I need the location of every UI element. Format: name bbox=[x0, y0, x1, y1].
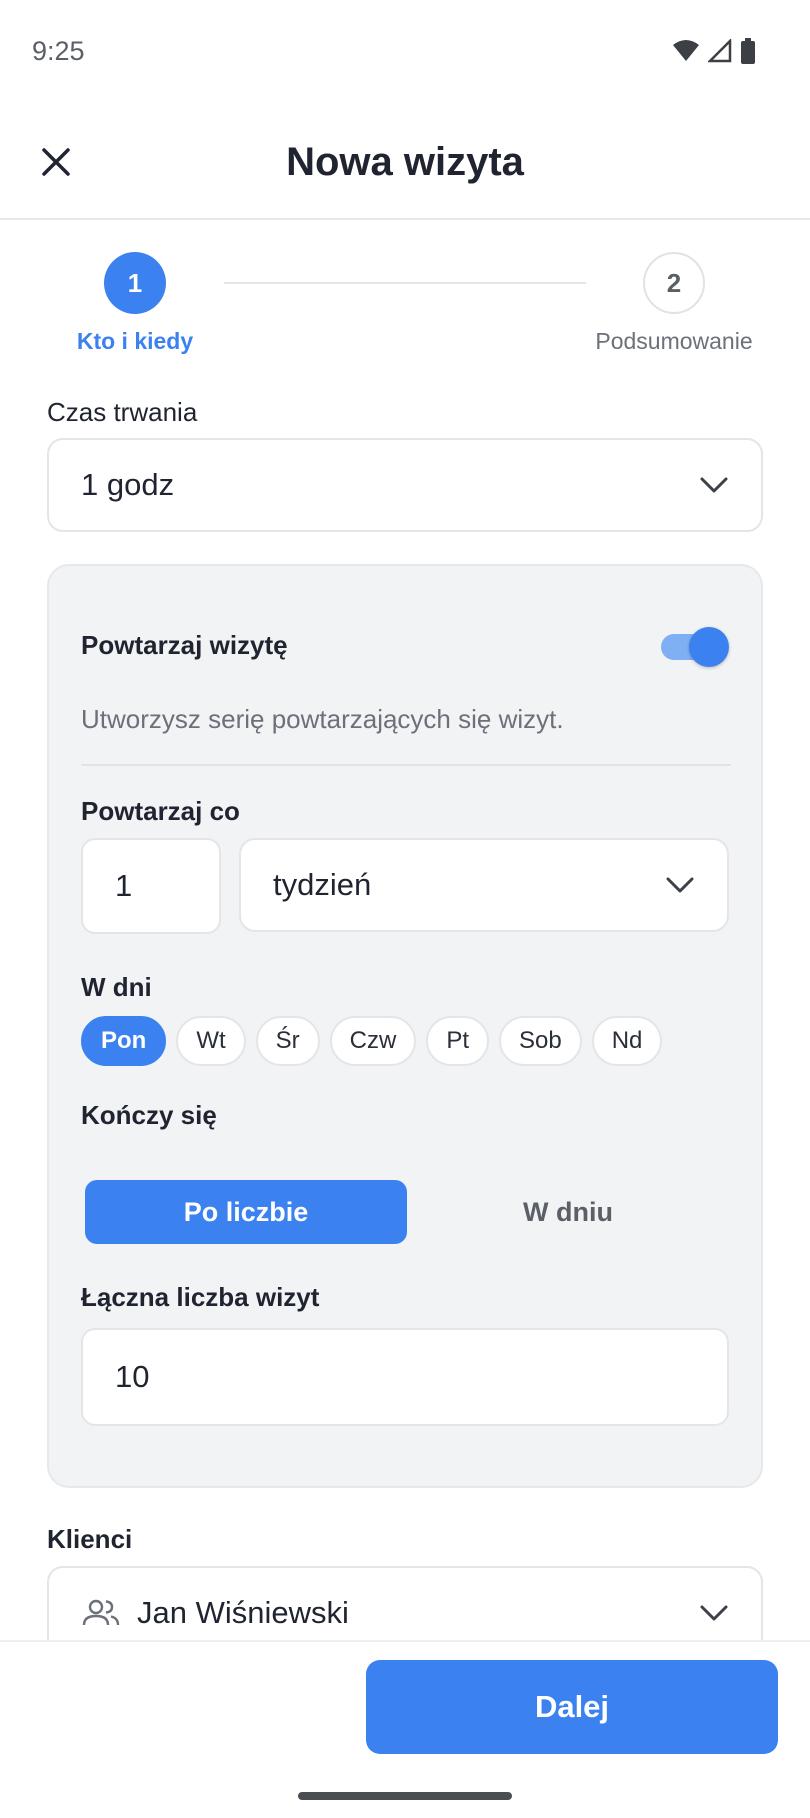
ends-by-count-button[interactable]: Po liczbie bbox=[85, 1180, 407, 1244]
step-2[interactable]: 2 Podsumowanie bbox=[574, 220, 774, 355]
step-2-label: Podsumowanie bbox=[595, 328, 753, 354]
home-indicator[interactable] bbox=[298, 1792, 512, 1800]
day-chip-sob[interactable]: Sob bbox=[499, 1016, 582, 1066]
status-bar: 9:25 bbox=[0, 0, 810, 104]
wifi-icon bbox=[673, 40, 699, 61]
cellular-signal-icon bbox=[708, 39, 732, 63]
duration-select[interactable]: 1 godz bbox=[47, 438, 763, 532]
status-time: 9:25 bbox=[32, 36, 85, 66]
count-input[interactable]: 10 bbox=[81, 1328, 729, 1426]
day-chip-nd[interactable]: Nd bbox=[591, 1016, 663, 1066]
battery-icon bbox=[741, 38, 755, 64]
status-icons bbox=[672, 38, 756, 64]
interval-unit-select[interactable]: tydzień bbox=[239, 838, 729, 932]
repeat-toggle[interactable] bbox=[661, 626, 729, 667]
app-header: Nowa wizyta bbox=[0, 104, 810, 220]
day-chip-sr[interactable]: Śr bbox=[255, 1016, 320, 1066]
day-chips: Pon Wt Śr Czw Pt Sob Nd bbox=[81, 1016, 663, 1066]
stepper-connector bbox=[224, 282, 586, 284]
count-label: Łączna liczba wizyt bbox=[81, 1282, 320, 1312]
repeat-card: Powtarzaj wizytę Utworzysz serię powtarz… bbox=[47, 564, 763, 1488]
divider bbox=[81, 764, 731, 766]
ends-segmented-control: Po liczbie W dniu bbox=[85, 1180, 729, 1244]
day-chip-pt[interactable]: Pt bbox=[426, 1016, 490, 1066]
chevron-down-icon bbox=[700, 477, 728, 493]
day-chip-czw[interactable]: Czw bbox=[329, 1016, 417, 1066]
repeat-title: Powtarzaj wizytę bbox=[81, 630, 288, 660]
clients-label: Klienci bbox=[47, 1524, 133, 1554]
day-chip-pon[interactable]: Pon bbox=[81, 1016, 167, 1066]
step-1-label: Kto i kiedy bbox=[76, 328, 194, 354]
stepper: 1 Kto i kiedy 2 Podsumowanie bbox=[0, 220, 810, 360]
page-title: Nowa wizyta bbox=[286, 140, 524, 184]
step-1[interactable]: 1 Kto i kiedy bbox=[35, 220, 235, 355]
people-icon bbox=[82, 1599, 120, 1626]
repeat-helper-text: Utworzysz serię powtarzających się wizyt… bbox=[81, 704, 564, 734]
duration-label: Czas trwania bbox=[47, 397, 198, 427]
step-1-number: 1 bbox=[104, 252, 166, 314]
clients-value: Jan Wiśniewski bbox=[137, 1595, 349, 1630]
step-2-number: 2 bbox=[643, 252, 705, 314]
chevron-down-icon bbox=[700, 1605, 728, 1621]
interval-label: Powtarzaj co bbox=[81, 796, 240, 826]
duration-value: 1 godz bbox=[81, 467, 175, 502]
chevron-down-icon bbox=[666, 877, 694, 893]
interval-input[interactable]: 1 bbox=[81, 838, 221, 934]
toggle-thumb bbox=[689, 627, 729, 667]
ends-on-date-button[interactable]: W dniu bbox=[407, 1180, 729, 1244]
days-label: W dni bbox=[81, 972, 152, 1002]
bottom-action-bar: Dalej bbox=[0, 1640, 810, 1818]
next-button[interactable]: Dalej bbox=[366, 1660, 778, 1754]
interval-unit-value: tydzień bbox=[273, 867, 372, 902]
day-chip-wt[interactable]: Wt bbox=[176, 1016, 246, 1066]
ends-label: Kończy się bbox=[81, 1100, 217, 1130]
